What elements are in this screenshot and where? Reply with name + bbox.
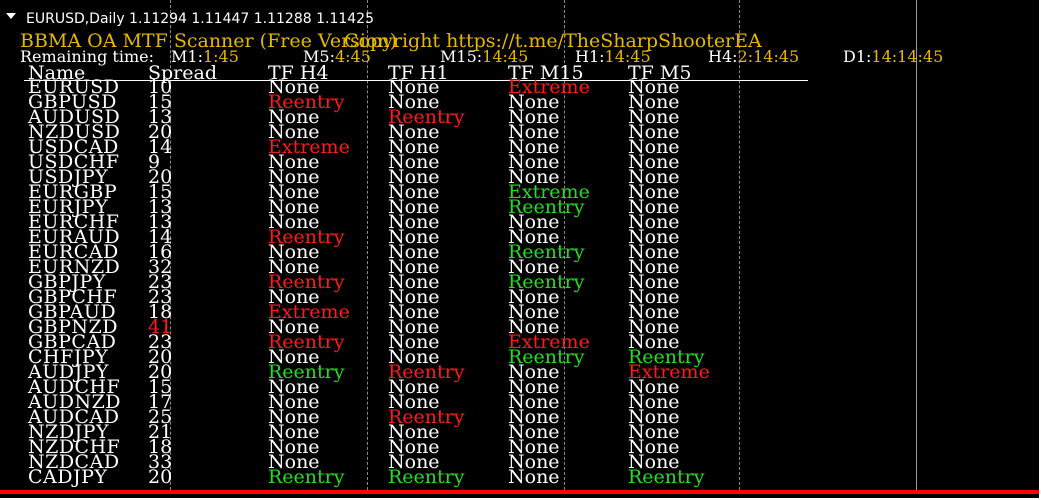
remaining-h4: H4:2:14:45 [708,47,800,66]
symbol-info: EURUSD,Daily 1.11294 1.11447 1.11288 1.1… [26,11,374,27]
signal-tf-m15: None [508,466,560,488]
table-row: CADJPY 20 Reentry Reentry None Reentry [0,466,1000,488]
bottom-price-line [0,490,1039,494]
signal-tf-h4: Reentry [268,466,345,488]
remaining-d1: D1:14:14:45 [843,47,944,66]
chart-canvas[interactable]: EURUSD,Daily 1.11294 1.11447 1.11288 1.1… [0,0,1039,498]
signal-tf-m5: Reentry [628,466,705,488]
pair-name: CADJPY [28,466,108,488]
dropdown-arrow-icon[interactable] [6,13,16,19]
copyright-text: Copyright https://t.me/TheSharpShooterEA [344,30,762,52]
spread-value: 20 [148,466,173,488]
signal-tf-h1: Reentry [388,466,465,488]
